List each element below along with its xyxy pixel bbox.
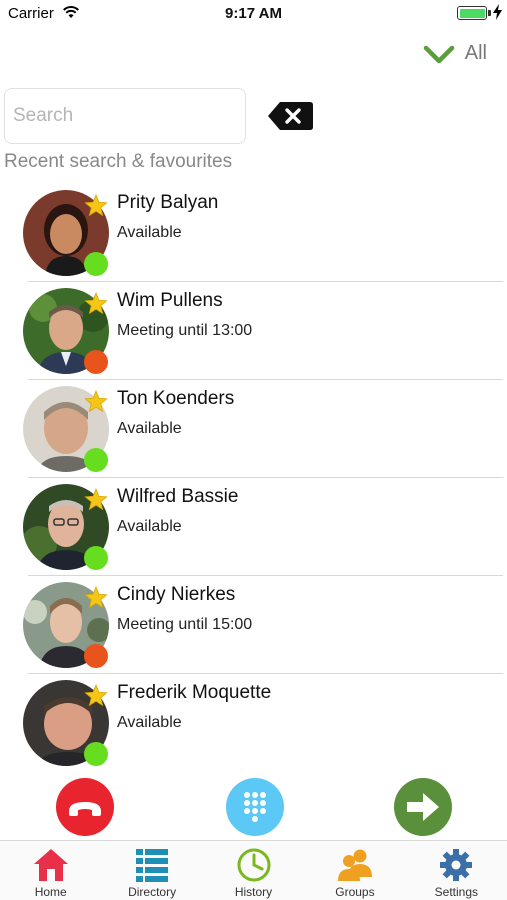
clock-icon [237,848,271,882]
search-input[interactable] [13,89,237,143]
contact-name: Wim Pullens [117,290,223,311]
checkmark-icon [423,45,455,64]
contact-row[interactable]: Wim Pullens Meeting until 13:00 [0,282,507,380]
contact-name: Cindy Nierkes [117,584,236,605]
dialpad-button[interactable] [226,778,284,836]
tab-directory[interactable]: Directory [101,841,202,900]
charging-bolt-icon [493,4,502,20]
favourite-star-icon [84,684,108,707]
forward-button[interactable] [394,778,452,836]
contact-status: Available [117,518,182,535]
contact-status: Available [117,714,182,731]
contact-status: Meeting until 13:00 [117,322,253,339]
home-icon [33,849,68,881]
clock-time: 9:17 AM [225,5,282,22]
tab-label: Settings [434,885,478,899]
favourite-star-icon [84,586,108,609]
tab-label: Groups [335,885,375,899]
favourite-star-icon [84,390,108,413]
presence-indicator [84,252,108,276]
favourite-star-icon [84,292,108,315]
hangup-button[interactable] [56,778,114,836]
directory-list-icon [136,849,169,882]
tab-label: Directory [128,885,177,899]
presence-indicator [84,742,108,766]
tab-label: History [234,885,273,899]
groups-icon [337,849,372,881]
tab-groups[interactable]: Groups [304,841,405,900]
presence-indicator [84,350,108,374]
gear-icon [440,849,473,881]
battery-tip [488,10,491,16]
contact-status: Meeting until 15:00 [117,616,253,633]
filter-all-button[interactable]: All [423,40,487,66]
tab-label: Home [34,885,67,899]
contact-status: Available [117,420,182,437]
battery-level [459,8,485,18]
tab-home[interactable]: Home [0,841,101,900]
contact-row[interactable]: Ton Koenders Available [0,380,507,478]
tab-bar: Home Directory History Groups Settings [0,840,507,900]
battery-icon [457,6,487,20]
favourite-star-icon [84,194,108,217]
contact-list: Prity Balyan Available Wim Pullens Meeti… [0,184,507,772]
dialpad-icon [244,792,266,822]
presence-indicator [84,644,108,668]
tab-history[interactable]: History [203,841,304,900]
favourite-star-icon [84,488,108,511]
section-title: Recent search & favourites [4,151,233,172]
presence-indicator [84,546,108,570]
filter-label: All [464,41,487,64]
status-bar: Carrier 9:17 AM [0,0,507,28]
hangup-phone-icon [69,802,101,816]
search-box[interactable] [4,88,246,144]
contact-row[interactable]: Frederik Moquette Available [0,674,507,772]
contact-name: Frederik Moquette [117,682,272,703]
contact-row[interactable]: Wilfred Bassie Available [0,478,507,576]
contact-name: Ton Koenders [117,388,235,409]
contact-name: Prity Balyan [117,192,219,213]
tab-settings[interactable]: Settings [406,841,507,900]
backspace-clear-icon[interactable] [266,100,314,132]
contact-row[interactable]: Prity Balyan Available [0,184,507,282]
forward-arrow-icon [407,793,439,821]
contact-row[interactable]: Cindy Nierkes Meeting until 15:00 [0,576,507,674]
presence-indicator [84,448,108,472]
contact-name: Wilfred Bassie [117,486,239,507]
contact-status: Available [117,224,182,241]
